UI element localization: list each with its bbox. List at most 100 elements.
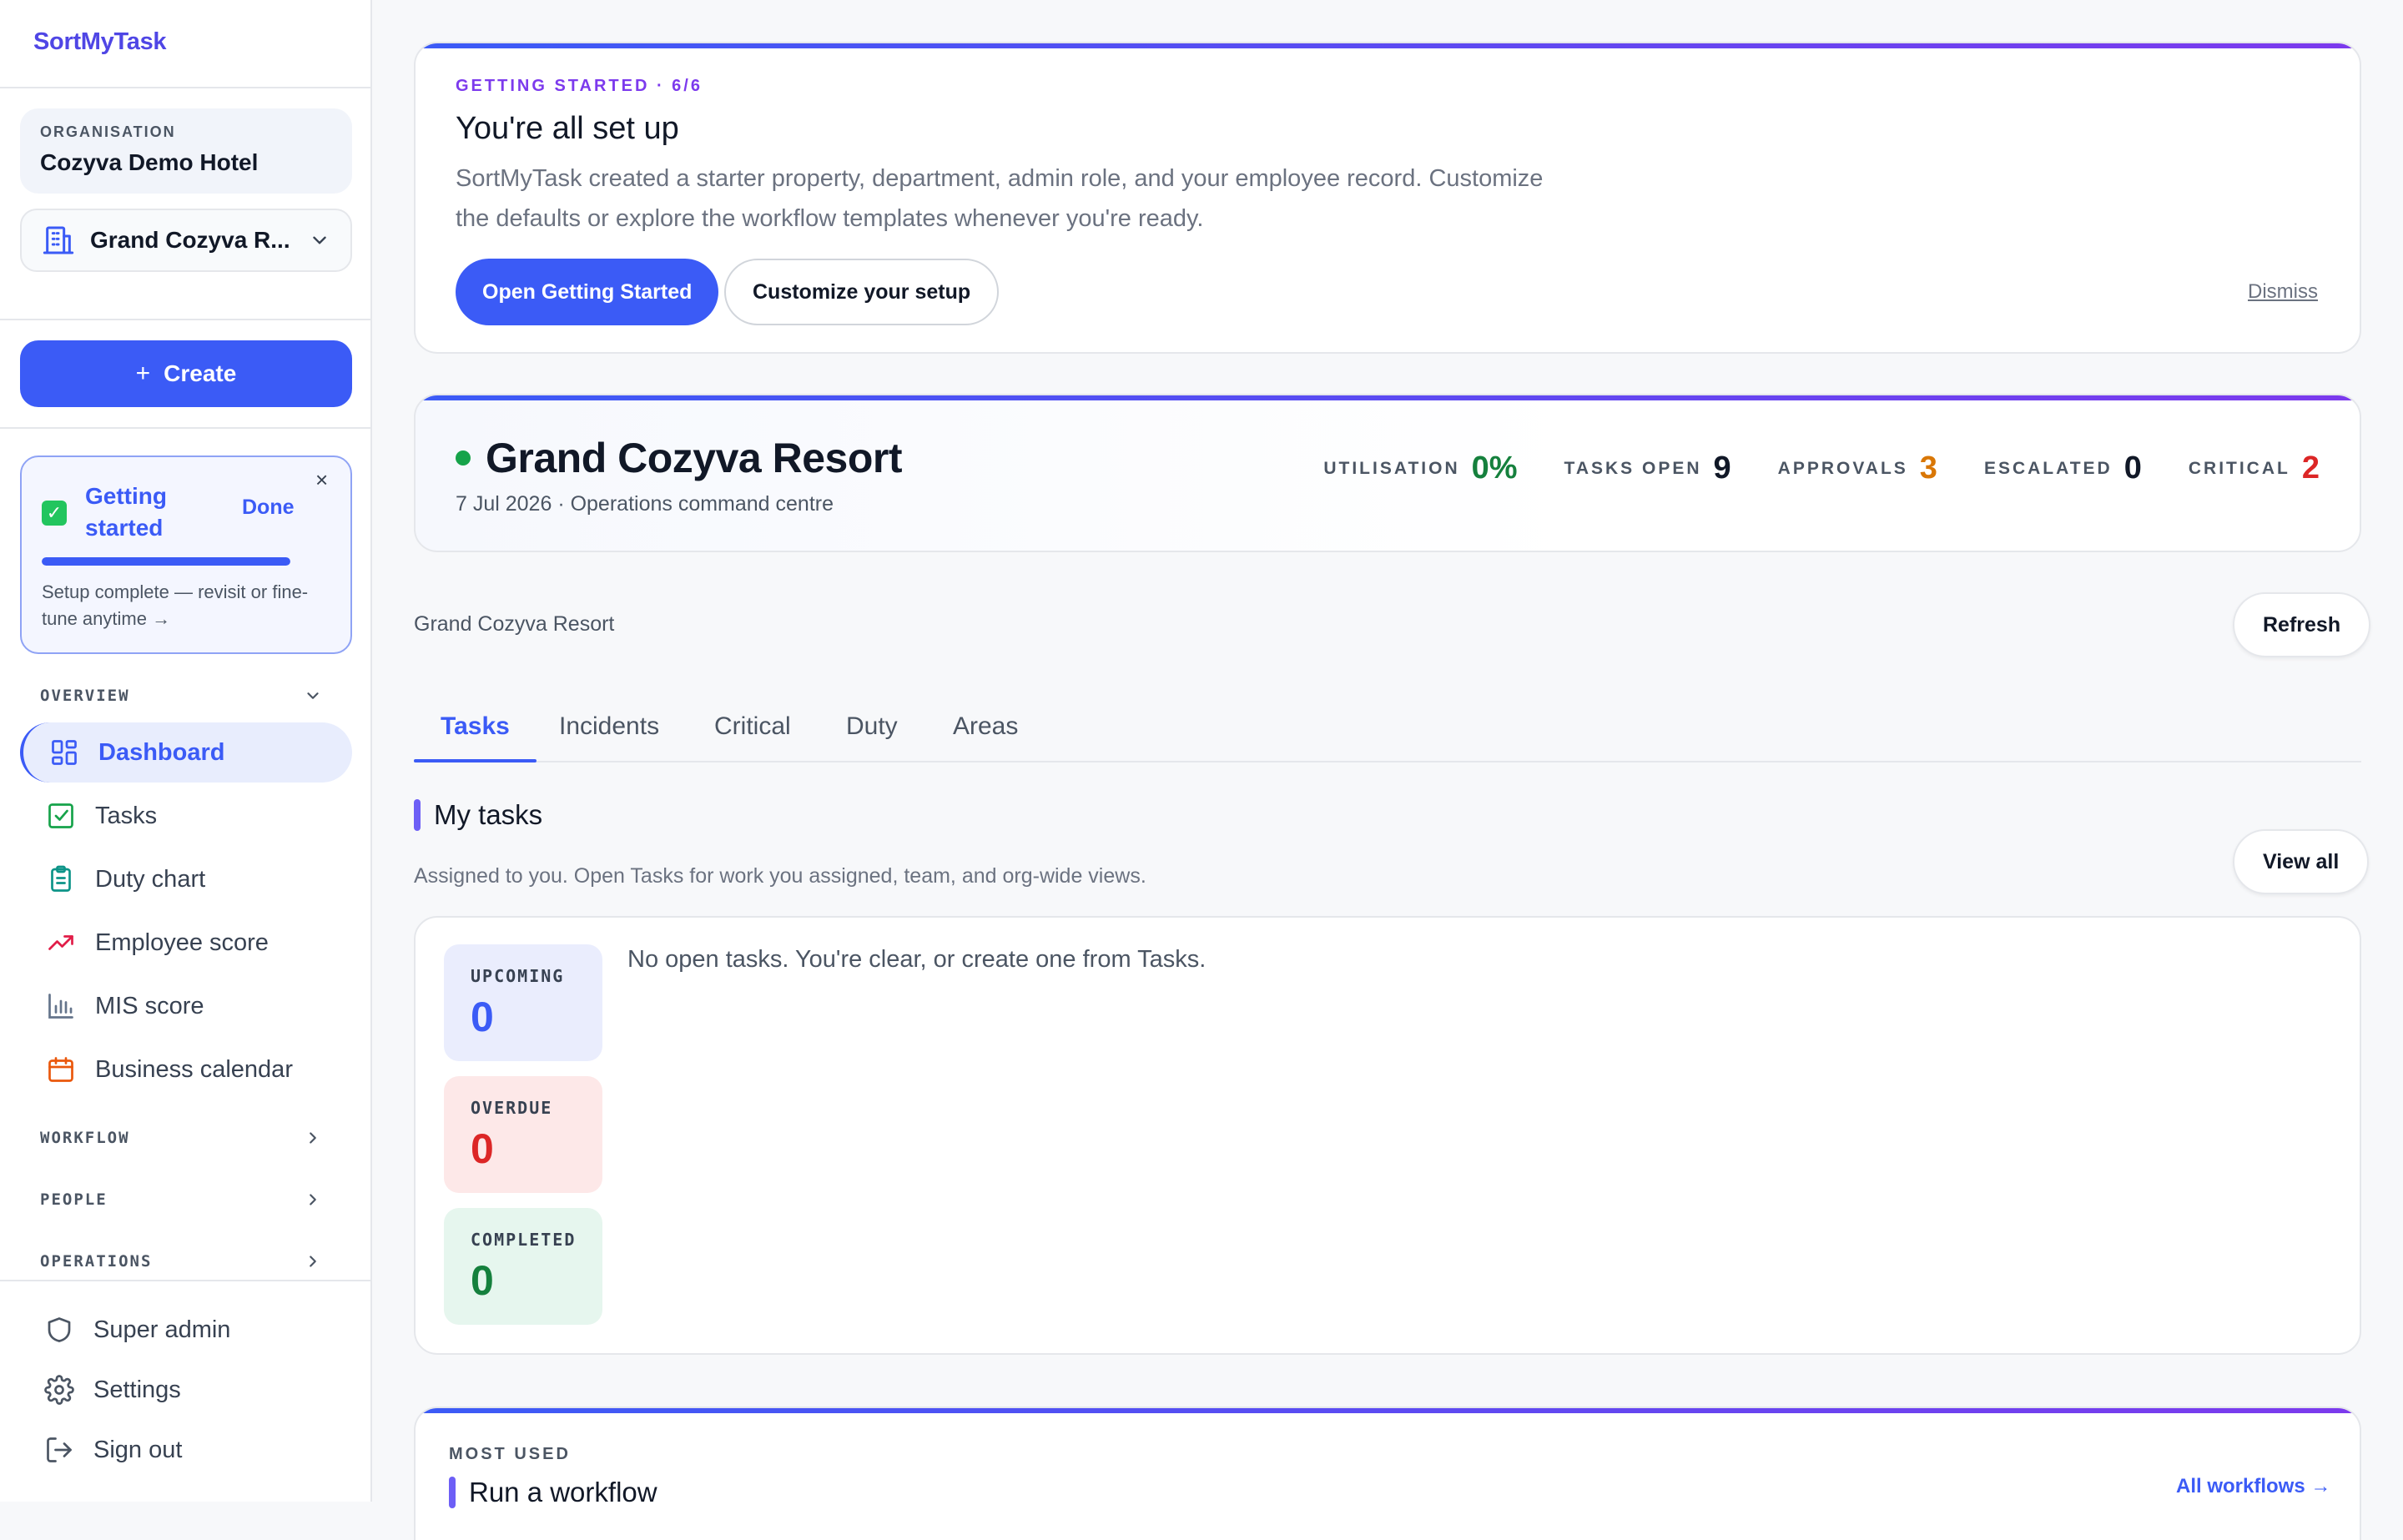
property-summary-card: Grand Cozyva Resort 7 Jul 2026 · Operati… (414, 394, 2361, 552)
bar-chart-icon (43, 989, 78, 1024)
kpi-label: CRITICAL (2188, 458, 2290, 478)
nav-section-people[interactable]: PEOPLE (20, 1183, 342, 1216)
tab-areas[interactable]: Areas (953, 692, 1018, 761)
brand-logo[interactable]: SortMyTask (33, 28, 167, 56)
sidebar-item-label: Dashboard (98, 738, 225, 766)
sidebar-item-settings[interactable]: Settings (20, 1360, 352, 1420)
stat-value: 0 (471, 994, 494, 1040)
sidebar-item-sign-out[interactable]: Sign out (20, 1420, 352, 1480)
property-selector[interactable]: Grand Cozyva R... (20, 209, 352, 272)
tab-critical[interactable]: Critical (714, 692, 791, 761)
sidebar-item-business-calendar[interactable]: Business calendar (20, 1039, 352, 1100)
stat-value: 0 (471, 1257, 494, 1304)
setup-card: GETTING STARTED · 6/6 You're all set up … (414, 42, 2361, 354)
view-all-button[interactable]: View all (2233, 829, 2370, 894)
refresh-button[interactable]: Refresh (2233, 592, 2371, 657)
sidebar-divider (0, 319, 370, 320)
setup-title: You're all set up (456, 111, 679, 146)
sidebar-item-mis-score[interactable]: MIS score (20, 976, 352, 1036)
kpi-tasks-open: TASKS OPEN 9 (1564, 450, 1731, 486)
create-button-label: Create (164, 360, 237, 386)
stat-label: COMPLETED (471, 1230, 577, 1250)
organisation-label: ORGANISATION (40, 123, 176, 140)
my-tasks-description: Assigned to you. Open Tasks for work you… (414, 864, 1146, 888)
workflow-heading: Run a workflow (449, 1477, 657, 1508)
stat-upcoming[interactable]: UPCOMING 0 (444, 944, 602, 1061)
setup-description: SortMyTask created a starter property, d… (456, 165, 1544, 232)
my-tasks-card: UPCOMING 0 OVERDUE 0 COMPLETED 0 No open… (414, 916, 2361, 1355)
sidebar-item-tasks[interactable]: Tasks (20, 786, 352, 846)
nav-section-label: WORKFLOW (40, 1129, 130, 1147)
kpi-value: 9 (1713, 450, 1731, 486)
clipboard-icon (43, 862, 78, 897)
tab-duty[interactable]: Duty (846, 692, 898, 761)
kpi-approvals: APPROVALS 3 (1778, 450, 1937, 486)
kpi-value: 2 (2301, 450, 2320, 486)
heading-accent-bar (414, 799, 421, 831)
kpi-utilisation: UTILISATION 0% (1323, 450, 1517, 486)
kpi-critical: CRITICAL 2 (2189, 450, 2320, 486)
tab-tasks[interactable]: Tasks (414, 692, 537, 762)
check-icon: ✓ (42, 501, 67, 526)
kpi-value: 0 (2123, 450, 2142, 486)
sidebar-divider (0, 427, 370, 429)
plus-icon: + (135, 360, 151, 387)
stat-overdue[interactable]: OVERDUE 0 (444, 1076, 602, 1193)
stat-label: OVERDUE (471, 1098, 553, 1118)
empty-state-text: No open tasks. You're clear, or create o… (627, 946, 1207, 973)
kpi-label: APPROVALS (1777, 458, 1908, 478)
sidebar-item-duty-chart[interactable]: Duty chart (20, 849, 352, 909)
getting-started-progress-fill (42, 557, 290, 566)
nav-section-label: OPERATIONS (40, 1252, 153, 1271)
calendar-icon (43, 1052, 78, 1087)
card-accent-bar (416, 1408, 2360, 1413)
stat-completed[interactable]: COMPLETED 0 (444, 1208, 602, 1325)
organisation-card: ORGANISATION Cozyva Demo Hotel (20, 108, 352, 194)
sidebar-item-label: Business calendar (95, 1055, 293, 1083)
kpi-label: UTILISATION (1323, 458, 1460, 478)
workflow-title: Run a workflow (469, 1477, 657, 1507)
open-getting-started-button[interactable]: Open Getting Started (456, 259, 719, 325)
getting-started-done-label: Done (242, 496, 295, 519)
sidebar-item-super-admin[interactable]: Super admin (20, 1300, 352, 1360)
sidebar-item-dashboard[interactable]: Dashboard (20, 722, 352, 783)
create-button[interactable]: + Create (20, 340, 352, 407)
all-workflows-link[interactable]: All workflows → (2176, 1475, 2330, 1498)
workflow-card: MOST USED Run a workflow All workflows → (414, 1407, 2361, 1540)
property-title: Grand Cozyva Resort (486, 435, 902, 481)
kpi-value: 3 (1919, 450, 1937, 486)
chevron-right-icon (310, 1132, 316, 1144)
sidebar-item-label: Employee score (95, 929, 269, 956)
close-icon[interactable]: × (315, 467, 328, 493)
gear-icon (42, 1372, 77, 1407)
trending-up-icon (43, 925, 78, 960)
chevron-down-icon (309, 229, 330, 251)
property-selector-value: Grand Cozyva R... (90, 227, 290, 253)
dashboard-icon (47, 735, 82, 770)
dismiss-link[interactable]: Dismiss (2248, 280, 2318, 304)
nav-section-operations[interactable]: OPERATIONS (20, 1245, 342, 1278)
card-accent-bar (416, 395, 2360, 400)
my-tasks-title: My tasks (434, 799, 543, 830)
sidebar-item-label: Super admin (93, 1316, 231, 1343)
stat-label: UPCOMING (471, 966, 565, 986)
tab-incidents[interactable]: Incidents (559, 692, 659, 761)
card-accent-bar (416, 43, 2360, 48)
property-subtitle: 7 Jul 2026 · Operations command centre (456, 492, 834, 516)
nav-section-overview[interactable]: OVERVIEW (20, 679, 342, 712)
shield-icon (42, 1312, 77, 1347)
chevron-down-icon (307, 692, 319, 699)
getting-started-title[interactable]: Getting started (85, 481, 194, 544)
sidebar-item-employee-score[interactable]: Employee score (20, 913, 352, 973)
sidebar-divider (0, 87, 370, 88)
kpi-strip: UTILISATION 0% TASKS OPEN 9 APPROVALS 3 … (1323, 450, 2320, 486)
customize-setup-button[interactable]: Customize your setup (724, 259, 1000, 325)
tab-bar: Tasks Incidents Critical Duty Areas (414, 692, 2361, 762)
getting-started-progress (42, 557, 290, 566)
nav-section-workflow[interactable]: WORKFLOW (20, 1121, 342, 1155)
getting-started-card[interactable]: ✓ Getting started Done × Setup complete … (20, 455, 352, 654)
getting-started-text[interactable]: Setup complete — revisit or fine-tune an… (42, 579, 317, 632)
building-icon (42, 224, 75, 257)
sidebar-divider (0, 1280, 370, 1281)
setup-eyebrow: GETTING STARTED · 6/6 (456, 77, 703, 95)
